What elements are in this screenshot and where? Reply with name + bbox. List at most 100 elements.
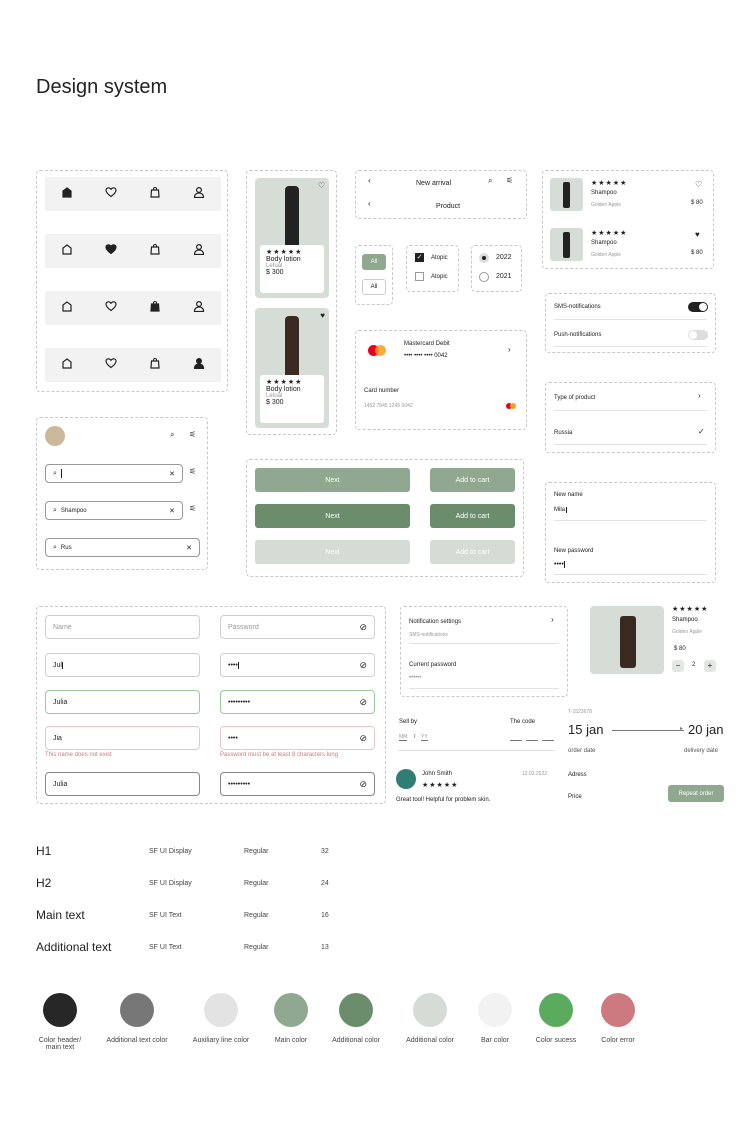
add-to-cart-button[interactable]: Add to cart xyxy=(430,468,515,492)
checkbox-checked[interactable]: ✓ xyxy=(415,253,424,262)
chevron-right-icon[interactable]: › xyxy=(698,391,701,400)
chevron-right-icon[interactable]: › xyxy=(508,345,511,354)
eye-off-icon[interactable]: ⊘ xyxy=(359,660,367,671)
clear-icon[interactable]: ✕ xyxy=(186,544,192,552)
heart-filled-icon[interactable]: ♥ xyxy=(695,230,700,239)
country-item[interactable]: Russia xyxy=(554,430,572,436)
password-input[interactable]: •••• ⊘ xyxy=(220,726,375,750)
quantity-value: 2 xyxy=(692,662,696,668)
radio-selected[interactable] xyxy=(479,253,489,263)
name-input[interactable]: Julia xyxy=(45,690,200,714)
name-value: Julia xyxy=(53,698,68,706)
heart-outline-icon[interactable]: ♡ xyxy=(318,181,325,190)
type-of-product-item[interactable]: Type of product xyxy=(554,395,595,401)
name-input[interactable]: Jul xyxy=(45,653,200,677)
radios: 2022 2021 xyxy=(471,245,522,292)
clear-icon[interactable]: ✕ xyxy=(169,507,175,515)
bag-icon[interactable] xyxy=(149,299,161,317)
user-icon[interactable] xyxy=(193,356,205,374)
search-input[interactable]: ⌕ ✕ xyxy=(45,464,183,483)
eye-off-icon[interactable]: ⊘ xyxy=(359,622,367,633)
repeat-order-button[interactable]: Repeat order xyxy=(668,785,724,802)
product-brand: Golden Apple xyxy=(591,202,622,208)
heart-outline-icon[interactable]: ♡ xyxy=(695,180,702,189)
code-digit-input[interactable] xyxy=(510,740,522,741)
heart-icon[interactable] xyxy=(105,356,117,374)
filter-icon[interactable]: ⚟ xyxy=(189,467,196,476)
filter-icon[interactable]: ⚟ xyxy=(189,504,196,513)
product-card[interactable]: ♡ ★★★★★ Body lotion Letual $ 300 xyxy=(255,178,329,298)
settings-item-title[interactable]: Notification settings xyxy=(409,619,461,625)
password-value: Password xyxy=(228,623,259,631)
next-button-disabled[interactable]: Next xyxy=(255,540,410,564)
checkbox-label: Atopic xyxy=(431,255,448,261)
heart-icon[interactable] xyxy=(105,242,117,260)
code-digit-input[interactable] xyxy=(526,740,538,741)
home-icon[interactable] xyxy=(61,185,73,203)
back-icon[interactable]: ‹ xyxy=(368,176,371,185)
name-input[interactable]: Julia xyxy=(45,772,200,796)
product-card[interactable]: ♥ ★★★★★ Body lotion Letual $ 300 xyxy=(255,308,329,428)
eye-off-icon[interactable]: ⊘ xyxy=(359,779,367,790)
filter-icon[interactable]: ⚟ xyxy=(189,430,196,439)
heart-filled-icon[interactable]: ♥ xyxy=(320,311,325,320)
password-input[interactable]: Password ⊘ xyxy=(220,615,375,639)
eye-off-icon[interactable]: ⊘ xyxy=(359,697,367,708)
decrease-quantity-button[interactable]: − xyxy=(672,660,684,672)
toggle-label: Push-notifications xyxy=(554,332,602,338)
chip-inactive[interactable]: All xyxy=(362,279,386,295)
sms-toggle-on[interactable] xyxy=(688,302,708,312)
push-toggle-off[interactable] xyxy=(688,330,708,340)
password-input[interactable]: •••• ⊘ xyxy=(220,653,375,677)
radio-unselected[interactable] xyxy=(479,272,489,282)
home-icon[interactable] xyxy=(61,356,73,374)
add-to-cart-button-disabled[interactable]: Add to cart xyxy=(430,540,515,564)
heart-icon[interactable] xyxy=(105,299,117,317)
new-password-input[interactable]: •••• xyxy=(554,561,565,568)
password-value: •••• xyxy=(228,734,238,742)
search-icon[interactable]: ⌕ xyxy=(170,430,174,440)
filter-icon[interactable]: ⚟ xyxy=(506,176,513,185)
chevron-right-icon[interactable]: › xyxy=(551,615,554,624)
radio-label: 2022 xyxy=(496,254,512,261)
name-input[interactable]: Jia xyxy=(45,726,200,750)
next-button[interactable]: Next xyxy=(255,468,410,492)
product-name: Shampoo xyxy=(672,617,698,623)
bag-icon[interactable] xyxy=(149,356,161,374)
user-icon[interactable] xyxy=(193,299,205,317)
current-password-value[interactable]: •••••• xyxy=(409,675,422,681)
password-input[interactable]: ••••••••• ⊘ xyxy=(220,772,375,796)
heart-icon[interactable] xyxy=(105,185,117,203)
card-number-label: Card number xyxy=(364,388,400,394)
chip-active[interactable]: All xyxy=(362,254,386,270)
next-button-pressed[interactable]: Next xyxy=(255,504,410,528)
eye-off-icon[interactable]: ⊘ xyxy=(359,733,367,744)
search-input[interactable]: ⌕ Rus ✕ xyxy=(45,538,200,557)
home-icon[interactable] xyxy=(61,242,73,260)
home-icon[interactable] xyxy=(61,299,73,317)
bag-icon[interactable] xyxy=(149,185,161,203)
code-digit-input[interactable] xyxy=(542,740,554,741)
month-input[interactable]: MM xyxy=(399,734,408,741)
name-input[interactable]: Name xyxy=(45,615,200,639)
new-name-input[interactable]: Mila xyxy=(554,507,568,513)
back-icon[interactable]: ‹ xyxy=(368,199,371,208)
user-icon[interactable] xyxy=(193,242,205,260)
reviewer-name: John Smith xyxy=(422,771,453,777)
settings-list: Notification settings › SMS-notification… xyxy=(400,606,568,697)
avatar[interactable] xyxy=(45,426,65,446)
year-input[interactable]: YY xyxy=(421,734,428,741)
notification-toggles: SMS-notifications Push-notifications xyxy=(545,293,716,353)
color-swatch xyxy=(601,993,635,1027)
search-input[interactable]: ⌕ Shampoo ✕ xyxy=(45,501,183,520)
increase-quantity-button[interactable]: + xyxy=(704,660,716,672)
add-to-cart-button-pressed[interactable]: Add to cart xyxy=(430,504,515,528)
password-input[interactable]: ••••••••• ⊘ xyxy=(220,690,375,714)
search-icon[interactable]: ⌕ xyxy=(488,176,492,186)
checkbox-unchecked[interactable] xyxy=(415,272,424,281)
user-icon[interactable] xyxy=(193,185,205,203)
bag-icon[interactable] xyxy=(149,242,161,260)
clear-icon[interactable]: ✕ xyxy=(169,470,175,478)
payment-card[interactable]: Mastercard Debit •••• •••• •••• 0042 › C… xyxy=(355,330,527,430)
card-number-value[interactable]: 1452 7845 1245 0042 xyxy=(364,403,413,409)
